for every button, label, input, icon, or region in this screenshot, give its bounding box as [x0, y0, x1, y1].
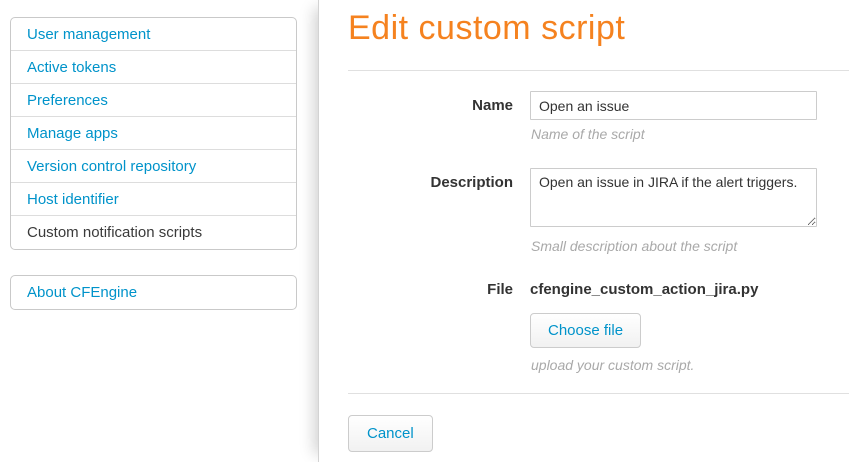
edit-custom-script-form: Name Name of the script Description Open…	[348, 91, 849, 452]
file-form-row: File cfengine_custom_action_jira.py Choo…	[348, 281, 849, 373]
sidebar-item-preferences[interactable]: Preferences	[11, 84, 296, 117]
description-label: Description	[348, 168, 530, 254]
description-controls: Open an issue in JIRA if the alert trigg…	[530, 168, 849, 254]
name-help-text: Name of the script	[531, 126, 849, 142]
sidebar-item-user-management[interactable]: User management	[11, 18, 296, 51]
title-divider	[348, 70, 849, 71]
description-form-row: Description Open an issue in JIRA if the…	[348, 168, 849, 254]
page-title: Edit custom script	[348, 8, 849, 48]
description-help-text: Small description about the script	[531, 238, 849, 254]
file-controls: cfengine_custom_action_jira.py Choose fi…	[530, 281, 849, 373]
sidebar-item-manage-apps[interactable]: Manage apps	[11, 117, 296, 150]
file-label: File	[348, 281, 530, 373]
name-controls: Name of the script	[530, 91, 849, 142]
page: User management Active tokens Preference…	[0, 0, 849, 462]
name-form-row: Name Name of the script	[348, 91, 849, 142]
actions-divider	[348, 393, 849, 394]
settings-sidebar: User management Active tokens Preference…	[0, 0, 318, 462]
sidebar-item-version-control-repository[interactable]: Version control repository	[11, 150, 296, 183]
description-textarea[interactable]: Open an issue in JIRA if the alert trigg…	[530, 168, 817, 227]
file-help-text: upload your custom script.	[531, 357, 849, 373]
sidebar-item-active-tokens[interactable]: Active tokens	[11, 51, 296, 84]
file-name: cfengine_custom_action_jira.py	[530, 281, 849, 298]
sidebar-item-custom-notification-scripts[interactable]: Custom notification scripts	[11, 216, 296, 249]
name-input[interactable]	[530, 91, 817, 120]
main-panel: Edit custom script Name Name of the scri…	[318, 0, 849, 462]
choose-file-button[interactable]: Choose file	[530, 313, 641, 348]
sidebar-item-host-identifier[interactable]: Host identifier	[11, 183, 296, 216]
settings-menu: User management Active tokens Preference…	[10, 17, 297, 250]
sidebar-item-about-cfengine[interactable]: About CFEngine	[11, 276, 296, 309]
about-menu: About CFEngine	[10, 275, 297, 310]
cancel-button[interactable]: Cancel	[348, 415, 433, 452]
name-label: Name	[348, 91, 530, 142]
